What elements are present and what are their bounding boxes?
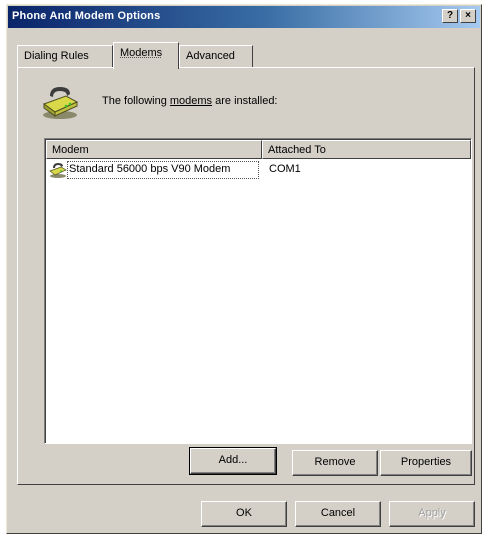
attached-port: COM1 <box>269 163 301 175</box>
modems-list[interactable]: Modem Attached To Standard 56000 bps V90… <box>44 138 472 444</box>
tab-label: Advanced <box>186 50 235 62</box>
tab-advanced[interactable]: Advanced <box>179 45 253 67</box>
tab-label: Dialing Rules <box>24 50 89 62</box>
ok-button[interactable]: OK <box>201 501 287 527</box>
modem-name: Standard 56000 bps V90 Modem <box>69 163 231 175</box>
cancel-button[interactable]: Cancel <box>295 501 381 527</box>
button-label: Properties <box>400 456 452 468</box>
installed-modems-label: The following modems are installed: <box>102 95 278 107</box>
intro-text: The following <box>102 95 170 107</box>
button-label: Remove <box>314 456 356 468</box>
button-label: Cancel <box>320 507 356 519</box>
button-label: Add... <box>218 454 248 466</box>
window-title: Phone And Modem Options <box>12 10 161 22</box>
remove-button[interactable]: Remove <box>292 450 378 476</box>
help-button[interactable]: ? <box>442 9 458 23</box>
table-row[interactable]: Standard 56000 bps V90 Modem COM1 <box>47 161 471 179</box>
modem-icon <box>49 163 67 178</box>
apply-button[interactable]: Apply <box>389 501 475 527</box>
properties-button[interactable]: Properties <box>380 450 472 476</box>
close-button[interactable]: × <box>460 9 476 23</box>
column-header-modem[interactable]: Modem <box>46 140 262 159</box>
button-label: Apply <box>418 507 446 519</box>
tab-modems[interactable]: Modems <box>113 42 179 69</box>
phone-and-modem-options-dialog: Phone And Modem Options ? × Dialing Rule… <box>6 4 482 534</box>
help-icon: ? <box>446 10 454 21</box>
modems-tab-panel: The following modems are installed: Mode… <box>17 67 475 485</box>
button-label: OK <box>236 507 252 519</box>
intro-text: are installed: <box>212 95 278 107</box>
tab-dialing-rules[interactable]: Dialing Rules <box>17 45 113 67</box>
tab-label: Modems <box>120 47 163 59</box>
title-bar[interactable]: Phone And Modem Options ? × <box>8 6 480 28</box>
add-button[interactable]: Add... <box>189 447 277 475</box>
intro-accel-text: modems <box>169 95 213 107</box>
close-icon: × <box>465 10 471 21</box>
column-header-attached-to[interactable]: Attached To <box>262 140 471 159</box>
modem-icon <box>42 87 79 119</box>
column-header-label: Modem <box>52 144 89 156</box>
column-header-label: Attached To <box>268 144 326 156</box>
